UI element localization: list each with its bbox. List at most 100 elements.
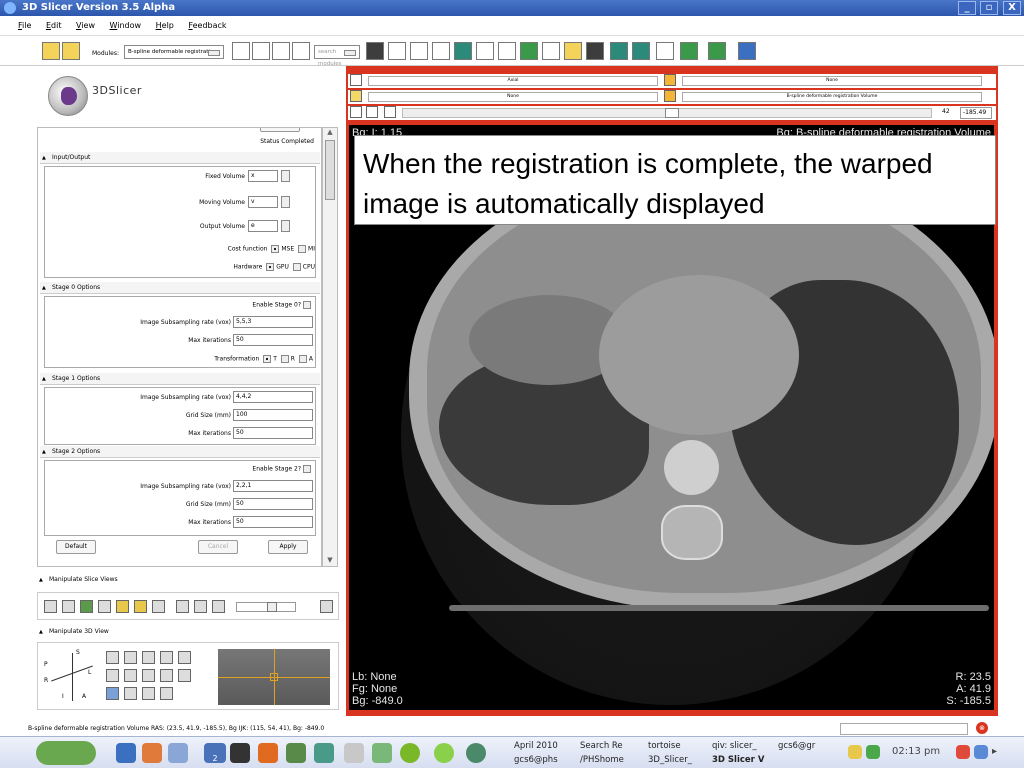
task-search[interactable]: Search Re	[580, 740, 623, 752]
output-volume-select[interactable]: e	[248, 220, 278, 232]
workspace-switcher[interactable]: 2	[204, 743, 226, 763]
stage1-iter-input[interactable]: 50	[233, 427, 313, 439]
load-scene-icon[interactable]	[42, 42, 60, 60]
slice-settings-icon[interactable]	[320, 600, 333, 613]
default-button[interactable]: Default	[56, 540, 96, 554]
colors-module-icon[interactable]	[564, 42, 582, 60]
task-3d-slicer-app[interactable]: 3D Slicer V	[712, 754, 764, 766]
slice-fit-icon[interactable]	[44, 600, 57, 613]
home-folder-icon[interactable]	[142, 743, 162, 763]
task-3d-slicer-folder[interactable]: 3D_Slicer_	[648, 754, 692, 766]
start-menu-icon[interactable]	[36, 741, 96, 765]
terminal-icon[interactable]	[230, 743, 250, 763]
slice-grid-icon[interactable]	[116, 600, 129, 613]
image-viewer-icon[interactable]	[344, 743, 364, 763]
task-tortoise[interactable]: tortoise	[648, 740, 681, 752]
clock-app-icon[interactable]	[466, 743, 486, 763]
settings-icon[interactable]	[168, 743, 188, 763]
foreground-select[interactable]: None	[682, 76, 982, 86]
slice-visibility-icon[interactable]	[350, 106, 362, 118]
prev-module-icon[interactable]	[232, 42, 250, 60]
section-stage1[interactable]: Stage 1 Options	[40, 373, 320, 385]
task-gcs6[interactable]: gcs6@phs	[514, 754, 558, 766]
slice-options-icon[interactable]	[384, 106, 396, 118]
view-pitch-icon[interactable]	[106, 651, 119, 664]
stage1-grid-input[interactable]: 100	[233, 409, 313, 421]
fg-layer-icon[interactable]	[664, 74, 676, 86]
mse-checkbox[interactable]	[271, 245, 280, 253]
slice-compose-icon[interactable]	[176, 600, 189, 613]
menu-edit[interactable]: Edit	[40, 16, 68, 35]
output-volume-spin[interactable]	[281, 220, 290, 232]
mouse-mode-place-icon[interactable]	[708, 42, 726, 60]
task-gcs6-top[interactable]: gcs6@gr	[778, 740, 815, 752]
slice-model-icon[interactable]	[194, 600, 207, 613]
slice-annotation-icon[interactable]	[98, 600, 111, 613]
clock[interactable]: 02:13 pm	[892, 746, 940, 757]
fixed-volume-spin[interactable]	[281, 170, 290, 182]
menu-window[interactable]: Window	[104, 16, 148, 35]
slice-offset-slider[interactable]	[402, 108, 932, 118]
orientation-widget[interactable]: P S L R I A	[44, 649, 100, 705]
ruler-icon[interactable]	[542, 42, 560, 60]
3d-view-thumbnail[interactable]	[218, 649, 330, 705]
section-input-output[interactable]: Input/Output	[40, 152, 320, 164]
module-select[interactable]: B-spline deformable registration	[124, 45, 224, 59]
show-desktop-icon[interactable]	[974, 745, 988, 759]
background-select[interactable]: B-spline deformable registration Volume	[682, 92, 982, 102]
task-phshome[interactable]: /PHShome	[580, 754, 624, 766]
view-camera-icon[interactable]	[142, 651, 155, 664]
section-stage2[interactable]: Stage 2 Options	[40, 446, 320, 458]
task-april-2010[interactable]: April 2010	[514, 740, 558, 752]
module-settings-icon[interactable]	[292, 42, 310, 60]
slice-opacity-slider[interactable]	[236, 602, 296, 612]
menu-feedback[interactable]: Feedback	[182, 16, 232, 35]
stage2-grid-input[interactable]: 50	[233, 498, 313, 510]
gpu-checkbox[interactable]	[266, 263, 275, 271]
slice-link-icon[interactable]	[152, 600, 165, 613]
module-panel-scrollbar[interactable]: ▲ ▼	[322, 127, 338, 567]
cancel-button[interactable]: Cancel	[198, 540, 238, 554]
stage2-iter-input[interactable]: 50	[233, 516, 313, 528]
stage0-iter-input[interactable]: 50	[233, 334, 313, 346]
scroll-thumb[interactable]	[325, 140, 335, 200]
transforms-module-icon[interactable]	[454, 42, 472, 60]
data-module-icon[interactable]	[366, 42, 384, 60]
transform-r-checkbox[interactable]	[280, 355, 289, 363]
update-tray-icon[interactable]	[866, 745, 880, 759]
undo-icon[interactable]	[610, 42, 628, 60]
slice-offset-handle[interactable]	[665, 108, 679, 118]
stage0-subsample-input[interactable]: 5,5,3	[233, 316, 313, 328]
slice-pin-icon[interactable]	[350, 74, 362, 86]
bg-layer-icon[interactable]	[664, 90, 676, 102]
stereo-icon[interactable]	[178, 651, 191, 664]
slice-crosshair-icon[interactable]	[80, 600, 93, 613]
pidgin-icon[interactable]	[434, 743, 454, 763]
zoom-out-icon[interactable]	[160, 669, 173, 682]
manipulate-slice-views-header[interactable]: Manipulate Slice Views	[37, 574, 337, 586]
module-search-input[interactable]: search modules	[314, 45, 360, 67]
power-tray-icon[interactable]	[956, 745, 970, 759]
label-layer-icon[interactable]	[350, 90, 362, 102]
slice-spacing-icon[interactable]	[134, 600, 147, 613]
spin-icon[interactable]	[178, 669, 191, 682]
stage1-subsample-input[interactable]: 4,4,2	[233, 391, 313, 403]
manipulate-3d-view-header[interactable]: Manipulate 3D View	[37, 626, 337, 638]
transform-t-checkbox[interactable]	[263, 355, 272, 363]
menu-view[interactable]: View	[70, 16, 101, 35]
measurements-module-icon[interactable]	[520, 42, 538, 60]
models-module-icon[interactable]	[410, 42, 428, 60]
slice-lightbox-icon[interactable]	[212, 600, 225, 613]
scroll-down-icon[interactable]: ▼	[325, 556, 335, 566]
close-button[interactable]: X	[1003, 1, 1021, 15]
menu-help[interactable]: Help	[150, 16, 180, 35]
view-visibility-icon[interactable]	[124, 687, 137, 700]
stage2-subsample-input[interactable]: 2,2,1	[233, 480, 313, 492]
slice-opacity-handle[interactable]	[267, 602, 277, 612]
view-yaw-icon[interactable]	[106, 669, 119, 682]
view-axis-icon[interactable]	[106, 687, 119, 700]
next-module-icon[interactable]	[252, 42, 270, 60]
label-select[interactable]: None	[368, 92, 658, 102]
section-stage0[interactable]: Stage 0 Options	[40, 282, 320, 294]
launcher-icon[interactable]	[116, 743, 136, 763]
